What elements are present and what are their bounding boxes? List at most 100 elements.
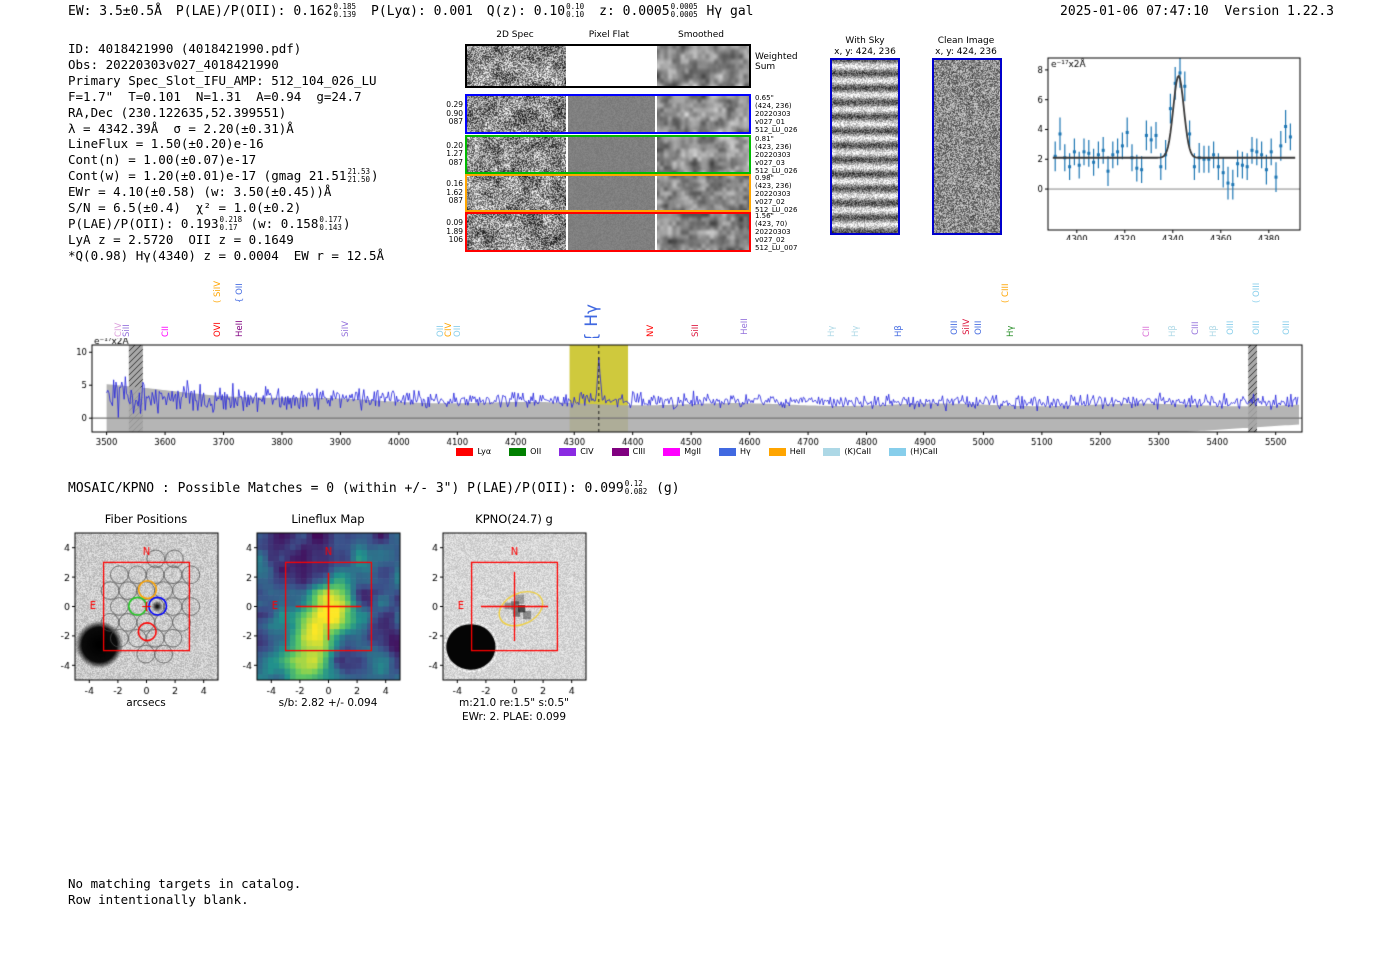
elixer-report-page: EW: 3.5±0.5Å P(LAE)/P(OII): 0.162 0.185 0.1… [0, 0, 1400, 953]
text-segment: Cont(n) = 1.00(±0.07)e-17 [68, 152, 257, 168]
text-segment: RA,Dec (230.122635,52.399551) [68, 104, 287, 120]
lower-bound: 0.10 [566, 9, 585, 19]
spec2d-strip-flat [568, 96, 655, 132]
fiber-xlabel: arcsecs [126, 697, 166, 709]
info-line: Primary Spec_Slot_IFU_AMP: 512_104_026_L… [68, 73, 384, 89]
kpno-cutout-plot [418, 530, 593, 702]
spec2d-strip-noise [467, 137, 566, 172]
info-line: LyA z = 2.5720 OII z = 0.1649 [68, 232, 384, 248]
lower-bound: 0.17 [219, 222, 238, 232]
legend-item-CIV: CIV [559, 447, 594, 456]
withsky-image [832, 60, 898, 233]
spec2d-row-strips [465, 135, 751, 174]
header-stat: z: 0.0005 0.0005 0.0005 Hγ gal [599, 3, 753, 19]
text-segment: ID: 4018421990 (4018421990.pdf) [68, 41, 302, 56]
legend-swatch [611, 447, 629, 456]
info-line: ID: 4018421990 (4018421990.pdf) [68, 41, 384, 57]
text-segment: (g) [648, 481, 680, 496]
info-line: RA,Dec (230.122635,52.399551) [68, 105, 384, 121]
spec2d-right-value: 512_LU_007 [755, 244, 798, 252]
full-spectrum-plot [70, 338, 1320, 460]
spec2d-left-value: 087 [448, 117, 463, 127]
info-line: LineFlux = 1.50(±0.20)e-16 [68, 136, 384, 152]
spec2d-strip-smooth [657, 96, 749, 132]
stacked-uncertainty: 0.12 0.082 [625, 480, 648, 495]
legend-item-OII: OII [509, 447, 541, 456]
spec2d-row-right-labels: Weighted Sum [755, 52, 799, 72]
fiber-panel-title: Fiber Positions [104, 512, 188, 526]
spec2d-right-value: 20220303 [755, 190, 791, 198]
legend-swatch [823, 447, 841, 456]
text-segment: *Q(0.98) Hγ(4340) z = 0.0004 EW r = 12.5… [68, 247, 385, 263]
clean-image [934, 60, 1000, 233]
footer-line-2: Row intentionally blank. [68, 891, 249, 907]
info-line: S/N = 6.5(±0.4) χ² = 1.0(±0.2) [68, 200, 384, 216]
spec2d-row-left-labels: 0.09 1.89 106 [443, 218, 463, 245]
spec2d-right-value: v027_02 [755, 236, 785, 244]
spec2d-row-right-labels: 0.81" (423, 236) 20220303 v027_03 512_LU_026 [755, 135, 797, 175]
clean-image-box [932, 58, 1002, 235]
spec2d-right-value: v027_03 [755, 159, 785, 167]
text-segment: LineFlux = 1.50(±0.20)e-16 [68, 136, 264, 152]
text-segment: ) [342, 216, 351, 232]
legend-swatch [456, 447, 474, 456]
spec2d-col-title-pixelflat: Pixel Flat [588, 30, 630, 40]
withsky-title-block: With Sky x, y: 424, 236 [810, 36, 920, 58]
lower-bound: 0.139 [333, 9, 357, 19]
line-marker-CIII: ( CIII [1000, 283, 1011, 303]
stacked-uncertainty: 0.10 0.10 [566, 3, 584, 18]
legend-label: Hγ [739, 447, 751, 456]
legend-label: MgII [684, 447, 701, 456]
spec2d-right-value: Weighted [755, 52, 798, 62]
text-segment: Cont(w) = 1.20(±0.01)e-17 (gmag 21.51 [68, 168, 347, 184]
legend-swatch [559, 447, 577, 456]
spec2d-row-right-labels: 0.98" (423, 236) 20220303 v027_02 512_LU_026 [755, 174, 797, 214]
info-line: Obs: 20220303v027_4018421990 [68, 57, 384, 73]
spec2d-right-value: 0.65" [755, 94, 774, 102]
spec2d-strip-noise [467, 214, 566, 250]
text-segment: Obs: 20220303v027_4018421990 [68, 56, 279, 72]
spec2d-row-left-labels: 0.29 0.90 087 [443, 100, 463, 127]
spec2d-strip-smooth [657, 176, 749, 210]
spec2d-strip-white [568, 46, 655, 86]
text-segment: LyA z = 2.5720 OII z = 0.1649 [68, 232, 294, 248]
legend-item-HeII: HeII [768, 447, 806, 456]
legend-label: CIII [632, 447, 646, 456]
footer-line-1: No matching targets in catalog. [68, 876, 302, 891]
text-segment: P(LAE)/P(OII): 0.162 [175, 4, 333, 19]
header-stat: Q(z): 0.10 0.10 0.10 [487, 3, 585, 19]
legend-label: (H)CaII [910, 447, 938, 456]
kpno-xlabel-2: EWr: 2. PLAE: 0.099 [461, 711, 567, 723]
spec2d-left-value: 087 [448, 196, 463, 206]
lower-bound: 0.0005 [670, 9, 698, 19]
header-timestamp-version: 2025-01-06 07:47:10 Version 1.22.3 [1060, 4, 1334, 19]
stacked-uncertainty: 21.53 21.50 [347, 168, 370, 183]
spec2d-row-right-labels: 1.56" (423, 70) 20220303 v027_02 512_LU_007 [755, 212, 798, 252]
legend-label: HeII [789, 447, 806, 456]
lower-bound: 21.50 [347, 174, 371, 184]
spec2d-strip-smooth [657, 46, 749, 86]
line-marker-OIII: ( OIII [1252, 282, 1263, 303]
info-line: EWr = 4.10(±0.58) (w: 3.50(±0.45))Å [68, 184, 384, 200]
text-segment: EWr = 4.10(±0.58) (w: 3.50(±0.45))Å [68, 184, 332, 200]
info-line: Cont(w) = 1.20(±0.01)e-17 (gmag 21.51 21.… [68, 168, 384, 184]
spec2d-strip-noise [467, 46, 566, 86]
spec2d-strip-noise [467, 96, 566, 132]
spec2d-right-value: 512_LU_026 [755, 126, 798, 134]
legend-item-(H)CaII: (H)CaII [889, 447, 938, 456]
lineflux-panel-title: Lineflux Map [291, 512, 365, 526]
spec2d-row-strips [465, 174, 751, 212]
stacked-uncertainty: 0.0005 0.0005 [671, 3, 698, 18]
clean-title: Clean Image [937, 36, 995, 46]
line-marker-OII: { OII [235, 283, 246, 303]
info-line: F=1.7" T=0.101 N=1.31 A=0.94 g=24.7 [68, 89, 384, 105]
spec2d-strip-smooth [657, 137, 749, 172]
spec2d-strip-smooth [657, 214, 749, 250]
spec2d-left-value: 106 [448, 235, 463, 245]
spec2d-right-value: Sum [755, 62, 776, 72]
spec2d-right-value: (423, 236) [755, 182, 792, 190]
withsky-coords: x, y: 424, 236 [834, 47, 896, 57]
spec2d-right-value: v027_02 [755, 198, 785, 206]
legend-swatch [768, 447, 786, 456]
legend-label: CIV [580, 447, 594, 456]
